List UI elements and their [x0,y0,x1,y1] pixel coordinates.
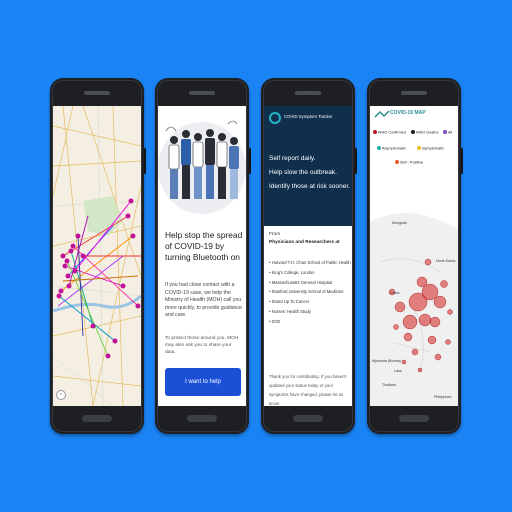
route-map[interactable] [53,106,141,406]
people-illustration [158,106,246,224]
phone-device-3: COVID Symptom Tracker Self report daily.… [261,78,357,434]
institution-list: • Harvard T.H. Chan School of Public Hea… [269,258,351,327]
list-item: • King's College, London [269,269,315,275]
bluetooth-headline: Help stop the spread of COVID-19 by turn… [165,230,243,262]
deaths-dot-icon [411,130,415,134]
tracker-header: COVID Symptom Tracker Self report daily.… [264,106,352,226]
from-label: From [269,232,281,237]
map-zoom-control[interactable]: ◦ [56,390,66,400]
confirmed-dot-icon [373,130,377,134]
map-label-laos: Laos [394,369,402,373]
self-positive-dot-icon [395,160,399,164]
list-item: • Nurses' Health Study [269,308,311,314]
map-label-china: China [390,291,399,295]
phone-device-1: ◦ [50,78,146,434]
list-item: • ZOE [269,318,281,324]
legend-asymptomatic[interactable]: Asymptomatic [377,146,406,151]
phone-speaker [401,91,427,95]
list-item: • Harvard T.H. Chan School of Public Hea… [269,260,351,265]
tracker-app-title: COVID Symptom Tracker [284,114,333,119]
i-want-to-help-button[interactable]: I want to help [165,368,241,396]
river [53,294,141,313]
map-label-north-korea: North Korea [436,259,455,263]
legend-all[interactable]: All [443,130,452,135]
map-label-myanmar: Myanmar (Burma) [372,359,401,363]
covid-map-logo-icon [374,110,390,118]
bluetooth-prompt-screen: Help stop the spread of COVID-19 by turn… [158,106,246,406]
phone-side-key [144,148,146,174]
phone-device-2: Help stop the spread of COVID-19 by turn… [155,78,251,434]
all-dot-icon [443,130,447,134]
phone-home-button[interactable] [82,415,112,422]
symptomatic-dot-icon [417,146,421,150]
legend-symptomatic[interactable]: Symptomatic [417,146,444,151]
bluetooth-description: If you had close contact with a COVID-19… [165,282,242,319]
list-item: • Massachusetts General Hospital [269,279,332,285]
hero-line-1: Self report daily. [269,155,316,162]
phone-side-key [249,148,251,174]
map-label-thailand: Thailand [382,383,396,387]
phone-speaker [84,91,110,95]
covid-map-screen: COVID-19 MAP WHO Confirmed WHO Deaths Al… [370,106,458,406]
phone-home-button[interactable] [187,415,217,422]
case-map[interactable]: Mongolia North Korea China Myanmar (Burm… [370,202,458,406]
legend-who-deaths[interactable]: WHO Deaths [411,130,438,135]
phone-speaker [295,91,321,95]
legend-self-positive[interactable]: Self - Positive [395,160,423,165]
asymptomatic-dot-icon [377,146,381,150]
tracker-logo-icon [269,112,281,124]
list-item: • Stanford University School of Medicine [269,289,344,295]
phone-home-button[interactable] [399,415,429,422]
phone-home-button[interactable] [293,415,323,422]
phone-device-4: COVID-19 MAP WHO Confirmed WHO Deaths Al… [367,78,463,434]
covid-map-logo: COVID-19 MAP [390,110,426,116]
phone-side-key [355,148,357,174]
symptom-tracker-screen: COVID Symptom Tracker Self report daily.… [264,106,352,406]
phone-speaker [189,91,215,95]
map-label-philippines: Philippines [434,395,452,399]
phone-side-key [461,148,463,174]
list-item: • Stand Up To Cancer [269,299,310,305]
physicians-label: Physicians and Researchers at [269,240,340,245]
tracker-hero-text: Self report daily. Help slow the outbrea… [269,152,351,194]
map-label-mongolia: Mongolia [392,221,407,225]
thank-you-text: Thank you for contributing. If you haven… [269,374,347,406]
hero-line-2: Help slow the outbreak. [269,169,337,176]
data-share-note: To protect those around you, MOH may als… [165,336,239,355]
legend-who-confirmed[interactable]: WHO Confirmed [373,130,406,135]
route-map-screen[interactable]: ◦ [53,106,141,406]
hero-line-3: Identify those at risk sooner. [269,183,350,190]
